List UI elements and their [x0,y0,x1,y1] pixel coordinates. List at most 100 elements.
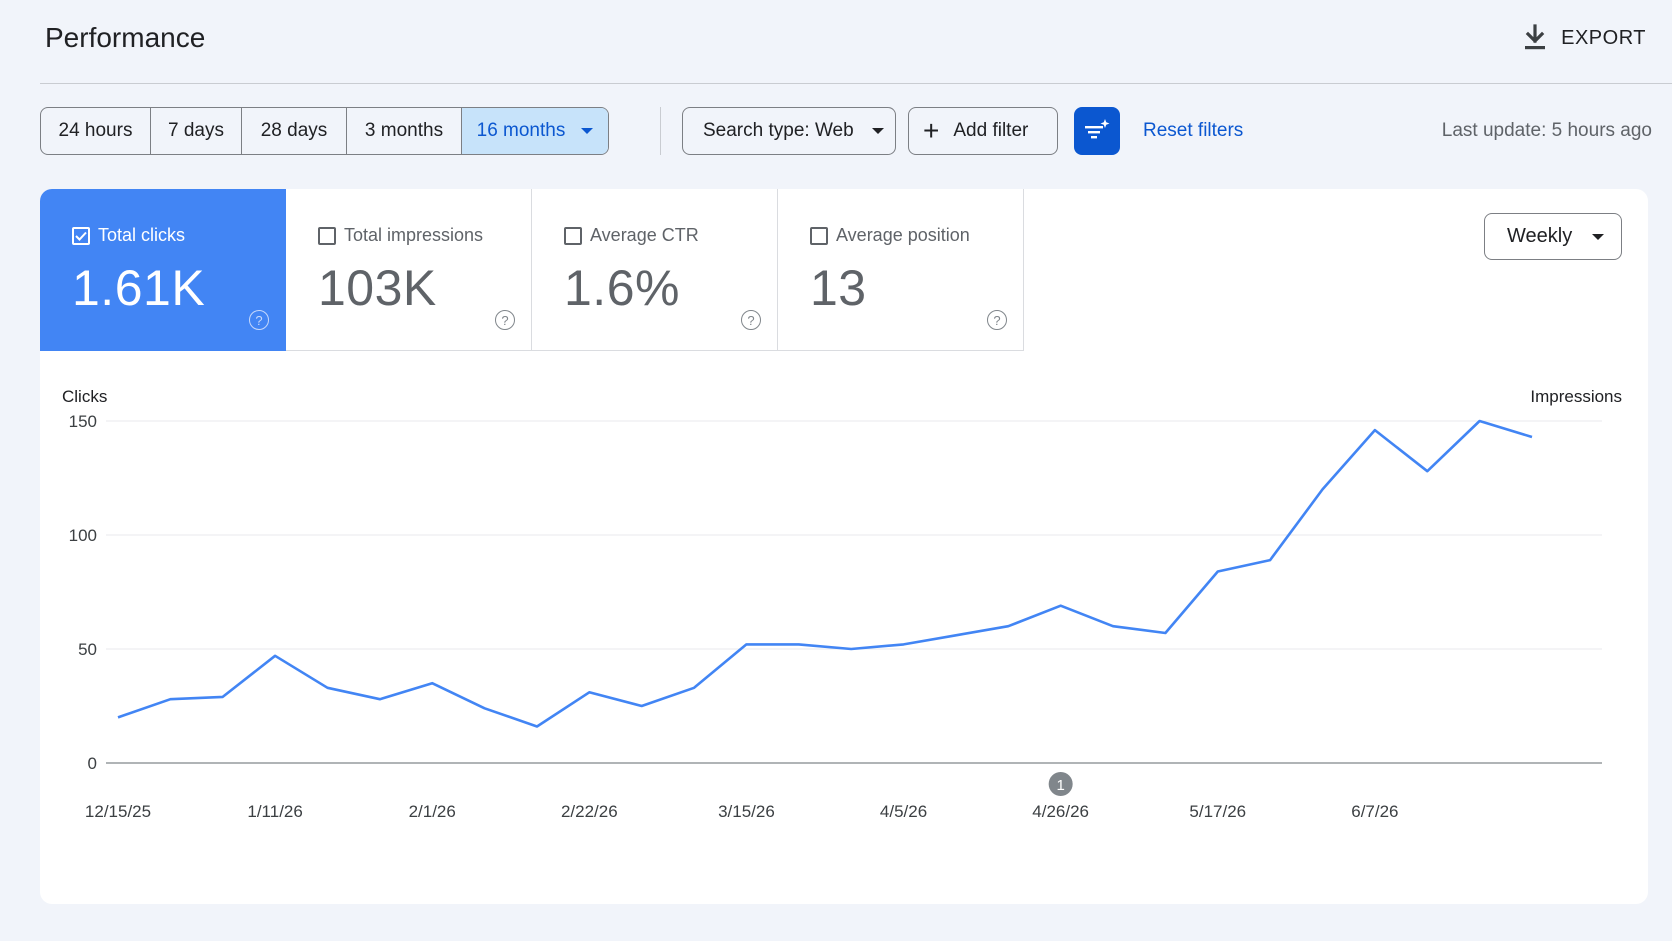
series-line-clicks [117,419,1533,728]
add-filter-label: Add filter [953,120,1029,141]
metric-label: Total impressions [318,225,483,246]
data-point[interactable] [1107,620,1119,632]
data-point[interactable] [1369,424,1381,436]
annotation-marker[interactable]: 1 [1048,772,1073,796]
data-point[interactable] [688,682,700,694]
data-point[interactable] [636,700,648,712]
y-tick-label: 100 [69,526,97,545]
filter-sparkle-icon [1085,119,1110,139]
data-point[interactable] [1002,620,1014,632]
metric-value: 1.61K [72,260,206,316]
range-7-days-button[interactable]: 7 days [151,108,242,154]
data-point[interactable] [1055,600,1067,612]
metric-value: 103K [318,260,437,316]
metric-label: Total clicks [72,225,185,246]
data-point[interactable] [321,682,333,694]
data-point[interactable] [1212,565,1224,577]
performance-card: Total clicks 1.61K ? Total impressions 1… [40,189,1648,904]
data-point[interactable] [374,693,386,705]
metric-label-text: Average CTR [590,225,699,245]
reset-filters-link[interactable]: Reset filters [1143,120,1243,142]
metric-value: 13 [810,260,867,316]
range-label: 16 months [476,120,566,141]
x-tick-label: 5/17/26 [1189,802,1246,821]
help-icon[interactable]: ? [741,310,761,330]
range-label: 28 days [260,120,328,141]
range-28-days-button[interactable]: 28 days [242,108,347,154]
data-point[interactable] [950,629,962,641]
data-point[interactable] [1264,554,1276,566]
data-point[interactable] [531,721,543,733]
data-point[interactable] [1317,483,1329,495]
metric-tile-total-impressions[interactable]: Total impressions 103K ? [286,189,532,351]
data-point[interactable] [1421,465,1433,477]
data-point[interactable] [1474,415,1486,427]
annotation-label: 1 [1056,777,1064,794]
help-icon[interactable]: ? [249,310,269,330]
x-tick-label: 4/26/26 [1032,802,1089,821]
date-range-group: 24 hours 7 days 28 days 3 months 16 mont… [40,107,609,155]
caret-down-icon [581,128,594,134]
granularity-label: Weekly [1507,225,1573,247]
x-tick-label: 4/5/26 [880,802,927,821]
data-point[interactable] [479,702,491,714]
page-title: Performance [45,22,206,53]
metric-tile-average-ctr[interactable]: Average CTR 1.6% ? [532,189,778,351]
plus-icon: + [923,115,940,146]
data-point[interactable] [426,677,438,689]
y-axis-label-clicks: Clicks [62,387,107,406]
metric-label-text: Average position [836,225,970,245]
checkbox-icon[interactable] [810,226,828,245]
x-tick-label: 12/15/25 [85,802,151,821]
data-point[interactable] [1526,431,1538,443]
range-24-hours-button[interactable]: 24 hours [41,108,151,154]
x-tick-label: 6/7/26 [1351,802,1398,821]
data-point[interactable] [740,638,752,650]
range-16-months-button[interactable]: 16 months [462,108,608,154]
metric-tile-average-position[interactable]: Average position 13 ? [778,189,1024,351]
range-label: 3 months [364,120,444,141]
x-tick-label: 2/1/26 [409,802,456,821]
export-button[interactable]: EXPORT [1523,22,1646,54]
data-point[interactable] [164,693,176,705]
add-filter-button[interactable]: + Add filter [908,107,1058,155]
search-type-dropdown[interactable]: Search type: Web [682,107,896,155]
clicks-line-chart: 0 50 100 150 12/15/25 1/11/26 2/1/26 2/22/26 3/… [62,387,1622,821]
metric-tile-total-clicks[interactable]: Total clicks 1.61K ? [40,189,286,351]
last-update-text: Last update: 5 hours ago [1441,120,1652,141]
data-point[interactable] [793,638,805,650]
filter-settings-button[interactable] [1074,107,1120,155]
metric-value: 1.6% [564,260,680,316]
help-icon[interactable]: ? [987,310,1007,330]
granularity-dropdown[interactable]: Weekly [1484,213,1622,260]
checkbox-checked-icon[interactable] [72,226,90,245]
y-tick-label: 50 [78,640,97,659]
range-label: 7 days [168,120,224,141]
range-3-months-button[interactable]: 3 months [347,108,462,154]
data-point[interactable] [217,691,229,703]
data-point[interactable] [583,686,595,698]
data-point[interactable] [269,650,281,662]
metric-label-text: Total impressions [344,225,484,245]
metric-tiles: Total clicks 1.61K ? Total impressions 1… [40,189,1024,351]
toolbar-divider [660,107,661,155]
help-icon[interactable]: ? [495,310,515,330]
y-tick-label: 0 [88,754,97,773]
toolbar: 24 hours 7 days 28 days 3 months 16 mont… [40,107,1652,155]
metric-label: Average CTR [564,225,699,246]
range-label: 24 hours [58,120,133,141]
metric-label-text: Total clicks [98,225,186,245]
x-tick-label: 1/11/26 [247,802,302,821]
checkbox-icon[interactable] [564,226,582,245]
data-point[interactable] [845,643,857,655]
data-point[interactable] [898,638,910,650]
header: Performance EXPORT [40,0,1672,84]
caret-down-icon [1592,233,1605,240]
checkbox-icon[interactable] [318,226,336,245]
data-point[interactable] [112,711,124,723]
x-tick-label: 2/22/26 [561,802,618,821]
search-type-label: Search type: Web [703,120,854,141]
data-point[interactable] [1159,627,1171,639]
caret-down-icon [871,128,884,134]
y-axis-label-impressions: Impressions [1530,387,1622,406]
